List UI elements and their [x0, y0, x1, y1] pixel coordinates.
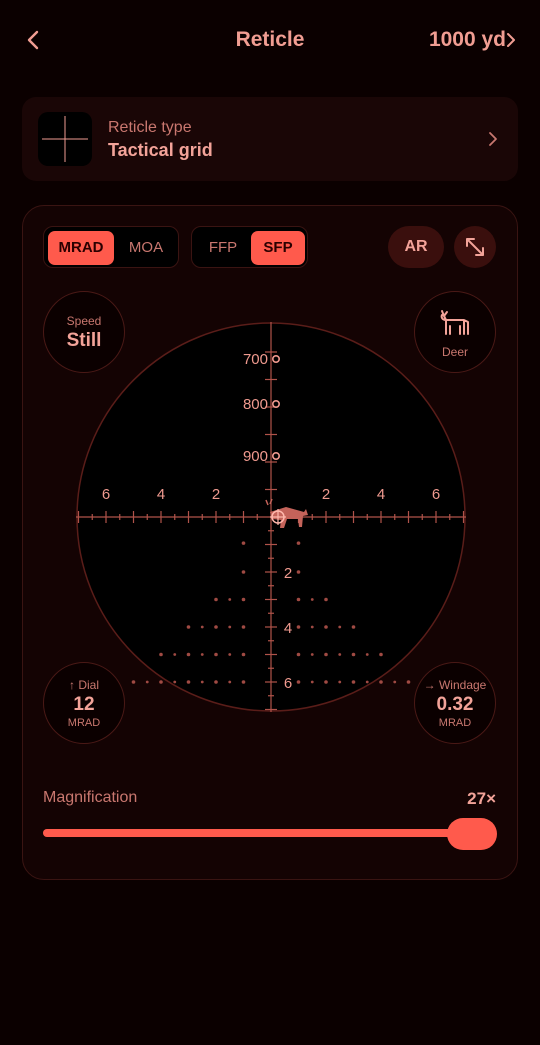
wind-dot-half	[228, 625, 232, 629]
wind-dot-half	[200, 680, 204, 684]
windage-label-right: 4	[377, 486, 385, 503]
wind-dot	[159, 652, 163, 657]
wind-dot	[214, 680, 218, 684]
wind-dot	[241, 680, 246, 684]
wind-dot-half	[310, 625, 314, 629]
wind-dot	[241, 652, 246, 657]
wind-dot	[241, 597, 246, 602]
holdover-label: 900	[243, 448, 268, 465]
windage-value: 0.32	[436, 694, 474, 715]
plane-option-sfp[interactable]: SFP	[251, 231, 305, 265]
wind-dot	[379, 652, 383, 657]
ar-button[interactable]: AR	[388, 226, 444, 268]
reticle-type-value: Tactical grid	[108, 140, 213, 160]
unit-option-mrad[interactable]: MRAD	[48, 231, 114, 265]
wind-dot	[159, 680, 163, 684]
wind-dot-half	[338, 625, 342, 629]
expand-button[interactable]	[454, 226, 496, 268]
wind-dot-half	[228, 598, 232, 601]
plane-segmented-control: FFP SFP	[191, 226, 308, 268]
wind-dot	[296, 597, 301, 602]
windage-label-left: 2	[212, 486, 220, 503]
unit-option-moa[interactable]: MOA	[116, 231, 176, 265]
wind-dot-half	[310, 598, 314, 601]
back-chevron-icon[interactable]	[22, 26, 46, 54]
expand-icon	[466, 238, 484, 256]
magnification-value: 27×	[467, 789, 496, 808]
plane-option-ffp[interactable]: FFP	[196, 231, 250, 265]
drop-label: 6	[284, 675, 292, 692]
scope-view: 6 4 2 2 4 6 700 800 900 2 4 6	[76, 322, 466, 712]
wind-dot	[324, 652, 328, 657]
dial-label: Dial	[78, 678, 99, 692]
wind-dot	[131, 680, 136, 684]
magnification-label: Magnification	[43, 789, 138, 806]
wind-dot-half	[365, 653, 369, 656]
wind-dot-half	[310, 680, 314, 684]
wind-dot	[324, 597, 328, 602]
wind-dot-half	[173, 680, 177, 684]
holdover-label: 700	[243, 351, 268, 368]
wind-dot	[351, 680, 356, 684]
wind-dot-half	[228, 680, 232, 684]
wind-dot-half	[310, 653, 314, 656]
windage-badge[interactable]: → Windage 0.32 MRAD	[414, 662, 496, 744]
arrow-up-icon: ↑	[68, 678, 75, 692]
wind-dot-half	[200, 625, 204, 629]
wind-dot	[351, 652, 356, 657]
wind-dot	[296, 570, 301, 574]
wind-dot	[324, 680, 328, 684]
windage-unit: MRAD	[438, 717, 472, 729]
wind-dot-half	[338, 680, 342, 684]
magnification-thumb[interactable]	[447, 818, 497, 850]
drop-label: 2	[284, 565, 292, 582]
chevron-right-icon[interactable]	[506, 31, 516, 49]
windage-label-right: 2	[322, 486, 330, 503]
wind-dot	[296, 625, 301, 629]
wind-dot	[241, 541, 246, 545]
wind-dot-half	[173, 653, 177, 656]
reticle-thumbnail	[38, 112, 92, 166]
wind-dot-half	[393, 680, 397, 684]
wind-dot	[324, 625, 328, 629]
dial-unit: MRAD	[67, 717, 101, 729]
wind-dot	[214, 652, 218, 657]
reticle-type-label: Reticle type	[108, 119, 192, 136]
reticle-type-row[interactable]: Reticle type Tactical grid	[22, 97, 518, 181]
magnification-slider[interactable]	[43, 829, 493, 837]
windage-label-right: 6	[432, 486, 440, 503]
wind-dot	[241, 625, 246, 629]
windage-label-left: 4	[157, 486, 165, 503]
wind-dot-half	[365, 680, 369, 684]
wind-dot-half	[228, 653, 232, 656]
reticle-screen: Reticle 1000 yd Reticle type Tactical gr…	[0, 0, 540, 1045]
wind-dot	[296, 680, 301, 684]
range-selector[interactable]: 1000 yd	[429, 28, 506, 52]
holdover-label: 800	[243, 396, 268, 413]
wind-dot	[379, 680, 383, 684]
dial-value: 12	[73, 694, 95, 715]
windage-label-left: 6	[102, 486, 110, 503]
wind-dot-half	[145, 680, 149, 684]
wind-dot-half	[338, 653, 342, 656]
wind-dot	[296, 541, 301, 545]
wind-dot	[241, 570, 246, 574]
chevron-right-icon	[489, 132, 497, 146]
wind-dot	[186, 625, 191, 629]
wind-dot	[186, 652, 191, 657]
drop-label: 4	[284, 620, 292, 637]
arrow-right-icon: →	[423, 678, 436, 692]
wind-dot	[406, 680, 411, 684]
dial-badge[interactable]: ↑ Dial 12 MRAD	[43, 662, 125, 744]
wind-dot	[214, 597, 218, 602]
magnification-fill	[43, 829, 475, 837]
wind-dot	[296, 652, 301, 657]
wind-dot-half	[200, 653, 204, 656]
windage-label: Windage	[438, 678, 487, 692]
unit-segmented-control: MRAD MOA	[43, 226, 179, 268]
wind-dot	[214, 625, 218, 629]
wind-dot	[186, 680, 191, 684]
wind-dot	[351, 625, 356, 629]
